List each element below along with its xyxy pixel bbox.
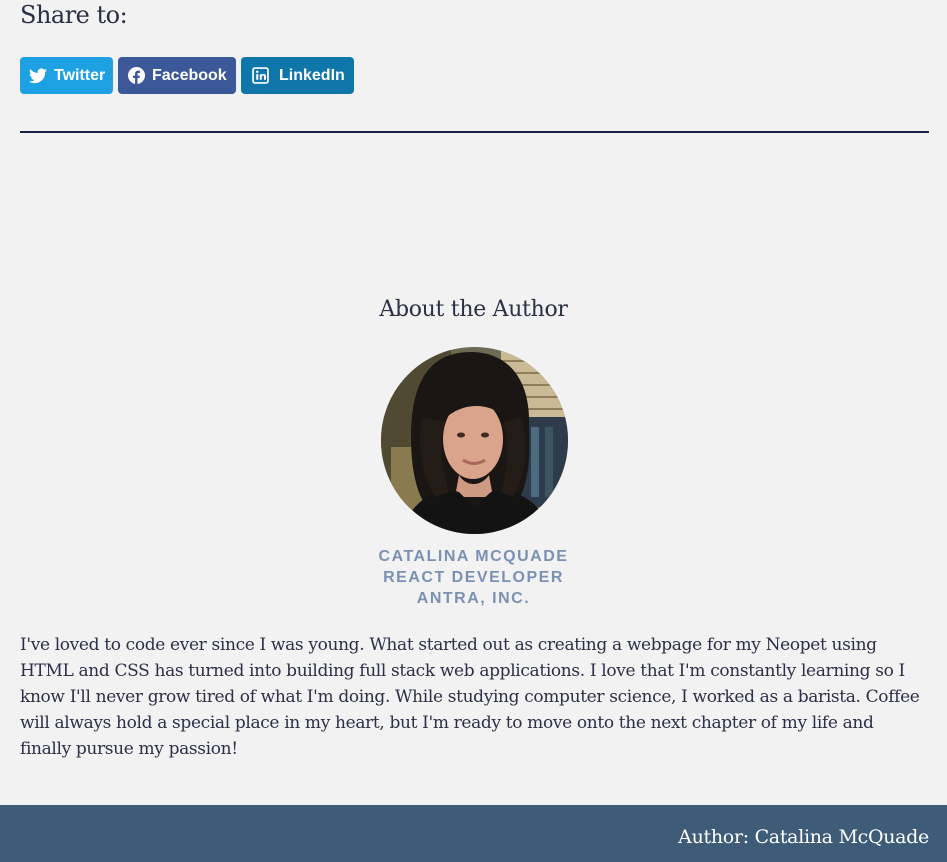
footer-author-text: Author: Catalina McQuade bbox=[678, 826, 929, 848]
author-role: REACT DEVELOPER bbox=[383, 569, 564, 586]
twitter-icon bbox=[29, 67, 47, 85]
author-meta: CATALINA MCQUADE REACT DEVELOPER ANTRA, … bbox=[0, 546, 947, 609]
about-author-heading: About the Author bbox=[379, 297, 568, 322]
page-footer: Author: Catalina McQuade bbox=[0, 805, 947, 862]
twitter-share-button[interactable]: Twitter bbox=[20, 57, 113, 94]
author-bio: I've loved to code ever since I was youn… bbox=[20, 635, 920, 759]
section-divider bbox=[20, 131, 929, 133]
facebook-share-button[interactable]: Facebook bbox=[118, 57, 236, 94]
linkedin-label: LinkedIn bbox=[279, 66, 345, 84]
linkedin-icon bbox=[251, 67, 269, 85]
linkedin-share-button[interactable]: LinkedIn bbox=[241, 57, 354, 94]
author-avatar bbox=[381, 347, 568, 534]
share-buttons: Twitter Facebook LinkedIn bbox=[20, 57, 354, 94]
author-name: CATALINA MCQUADE bbox=[378, 548, 569, 565]
facebook-icon bbox=[127, 67, 145, 85]
author-company: ANTRA, INC. bbox=[416, 590, 531, 607]
share-heading: Share to: bbox=[20, 1, 128, 29]
twitter-label: Twitter bbox=[54, 66, 106, 84]
facebook-label: Facebook bbox=[152, 66, 227, 84]
